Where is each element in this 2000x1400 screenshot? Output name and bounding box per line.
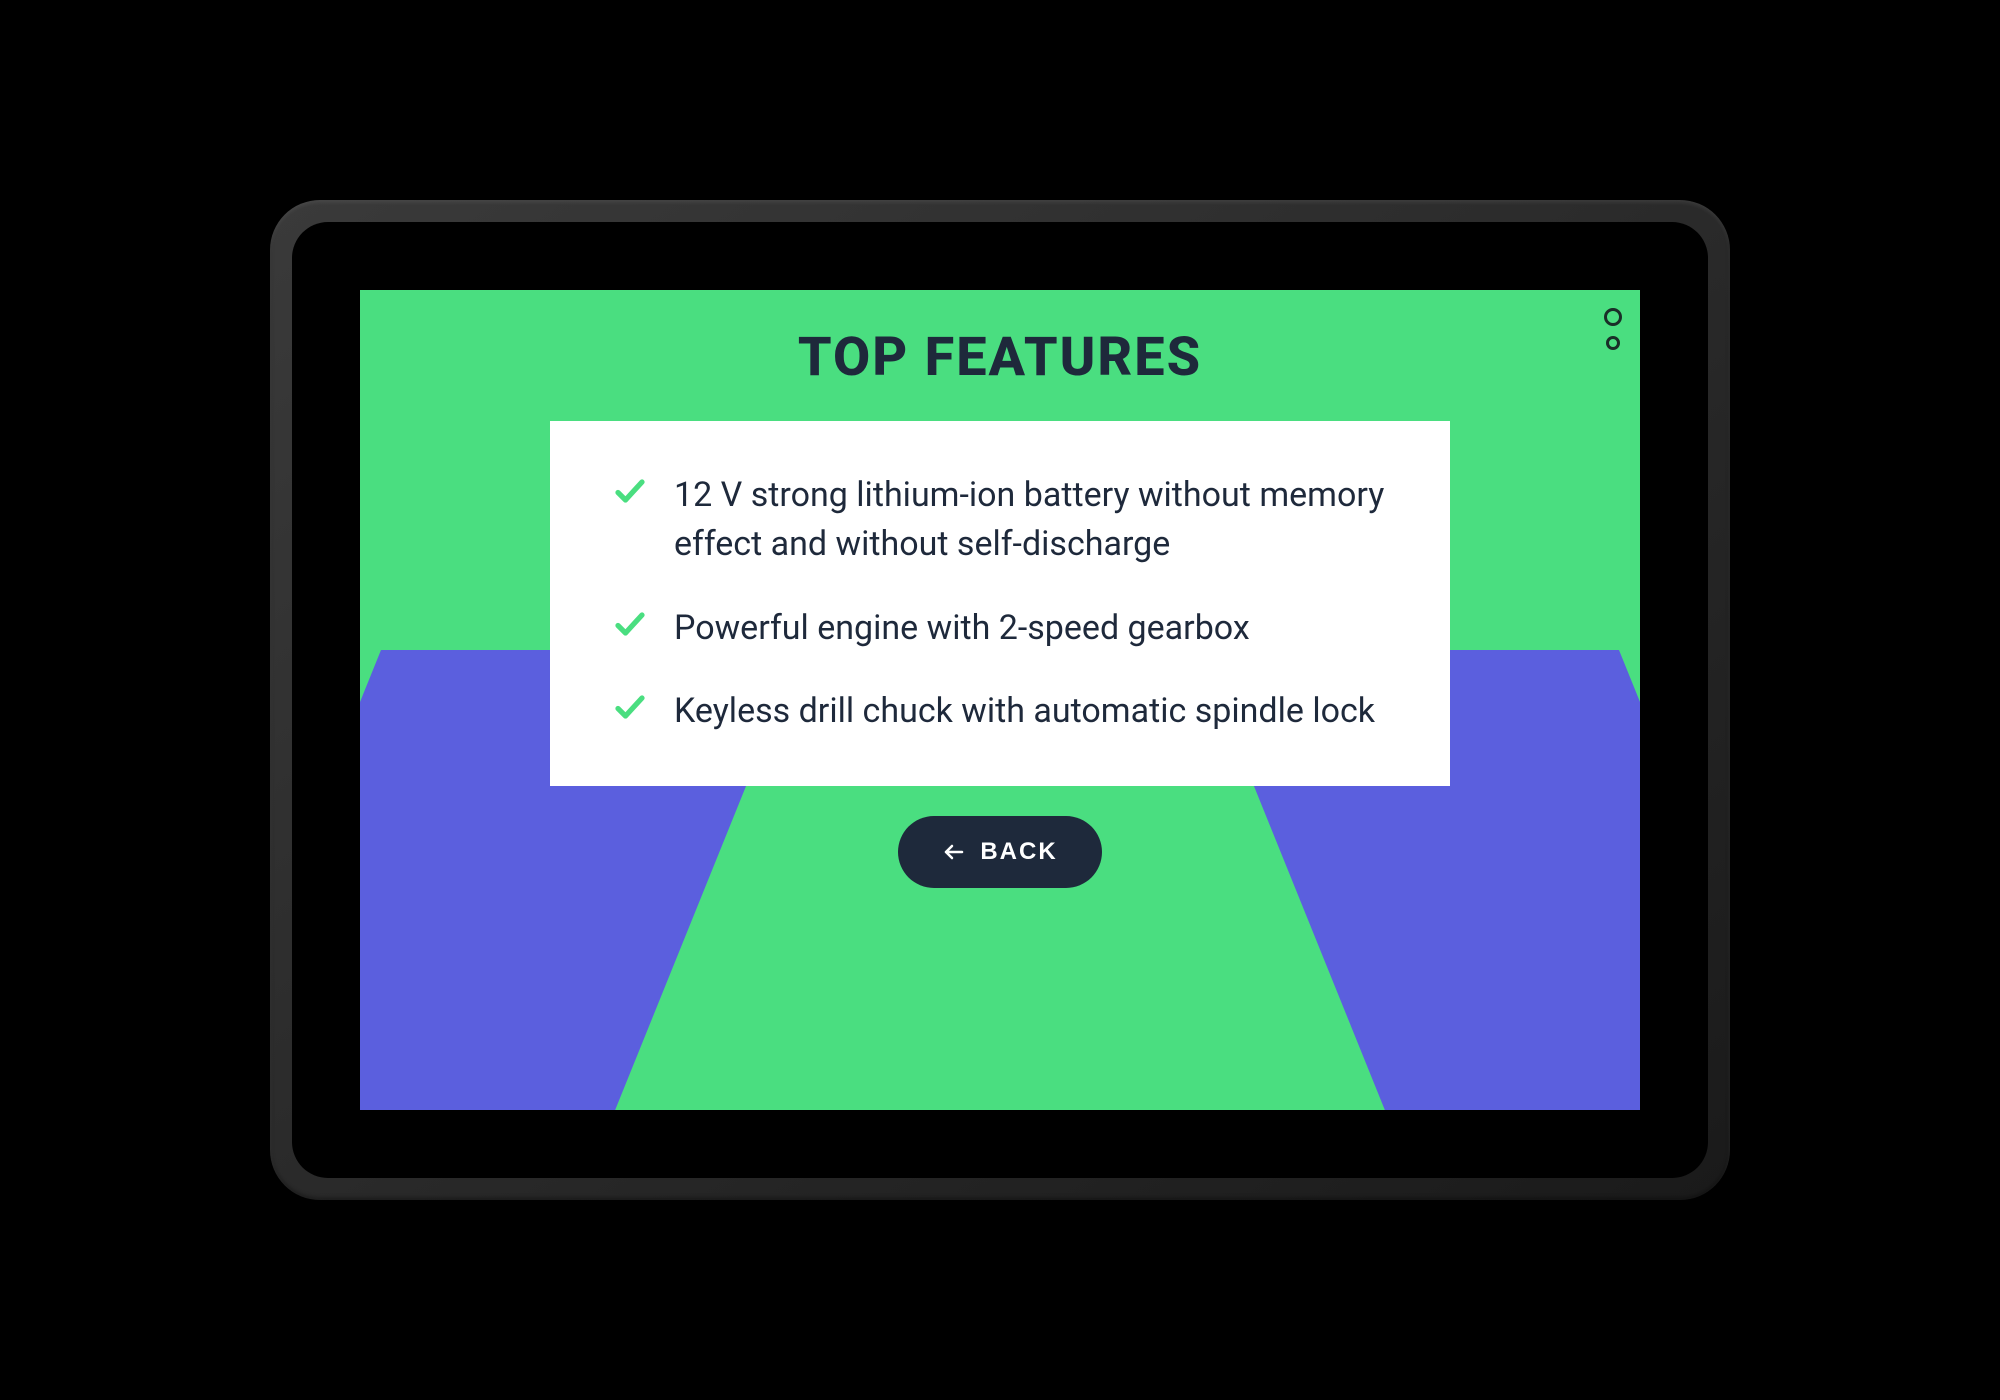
feature-text: Powerful engine with 2-speed gearbox xyxy=(674,604,1250,653)
check-icon xyxy=(610,471,650,511)
back-button[interactable]: BACK xyxy=(898,816,1101,888)
feature-item: 12 V strong lithium-ion battery without … xyxy=(610,471,1390,570)
page-title: TOP FEATURES xyxy=(798,326,1202,389)
camera-dot-icon xyxy=(1606,336,1620,350)
feature-item: Powerful engine with 2-speed gearbox xyxy=(610,604,1390,653)
screen: TOP FEATURES 12 V strong lithium-ion bat… xyxy=(360,290,1640,1110)
feature-item: Keyless drill chuck with automatic spind… xyxy=(610,687,1390,736)
camera-indicator xyxy=(1604,308,1622,350)
device-inner: TOP FEATURES 12 V strong lithium-ion bat… xyxy=(292,222,1708,1178)
feature-text: Keyless drill chuck with automatic spind… xyxy=(674,687,1375,736)
check-icon xyxy=(610,687,650,727)
feature-text: 12 V strong lithium-ion battery without … xyxy=(674,471,1390,570)
features-card: 12 V strong lithium-ion battery without … xyxy=(550,421,1450,786)
camera-dot-icon xyxy=(1604,308,1622,326)
back-button-label: BACK xyxy=(980,838,1057,866)
check-icon xyxy=(610,604,650,644)
arrow-left-icon xyxy=(942,840,966,864)
device-frame: TOP FEATURES 12 V strong lithium-ion bat… xyxy=(270,200,1730,1200)
